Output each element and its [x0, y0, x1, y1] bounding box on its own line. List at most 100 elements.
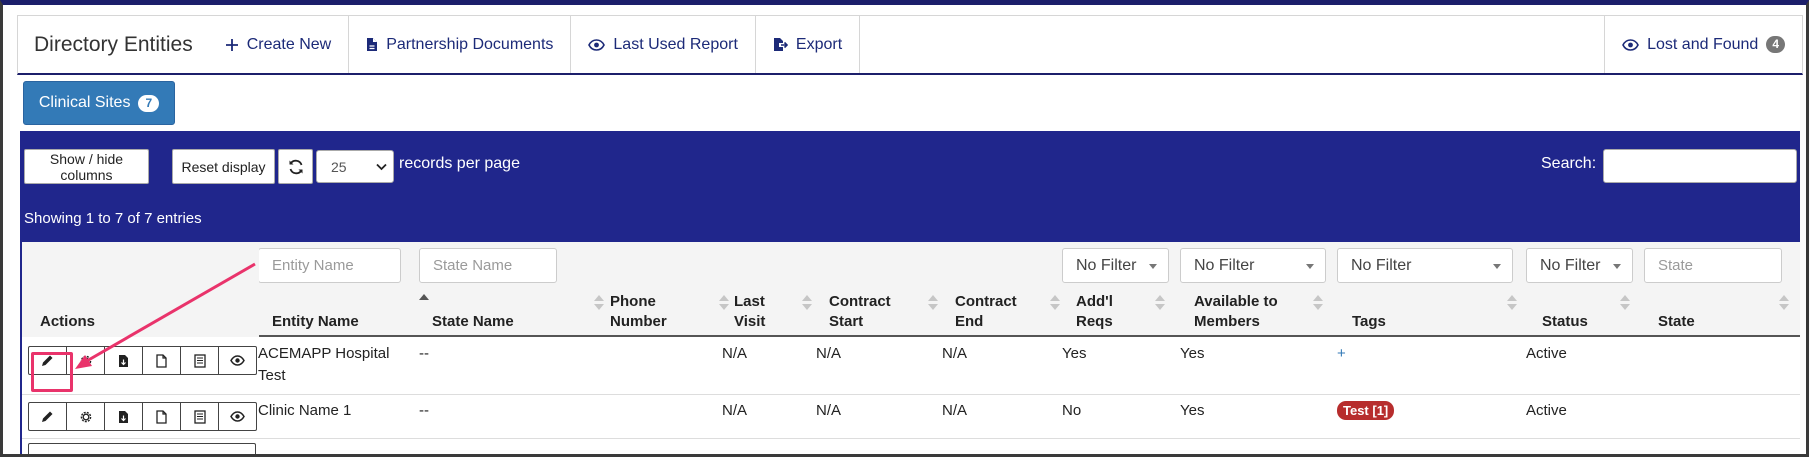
- eye-icon: [230, 411, 245, 422]
- addl-reqs-header[interactable]: Add'l Reqs: [1076, 292, 1113, 332]
- page-title: Directory Entities: [34, 32, 193, 56]
- app-window: Directory Entities Create New Partnershi…: [0, 0, 1809, 457]
- table-row: Clinic Name 1 -- N/A N/A N/A No Yes Test…: [22, 395, 1800, 439]
- file-download-icon: [119, 354, 128, 367]
- contract-start-header[interactable]: Contract Start: [829, 292, 891, 332]
- gear-icon: [80, 411, 91, 422]
- entity-name-header[interactable]: Entity Name: [272, 312, 359, 332]
- edit-button[interactable]: [28, 402, 67, 431]
- download-document-button[interactable]: [104, 402, 143, 431]
- records-per-page-label: records per page: [399, 155, 520, 172]
- available-to-members-header[interactable]: Available to Members: [1194, 292, 1278, 332]
- addl-reqs-filter-value: No Filter: [1076, 256, 1137, 274]
- create-new-button[interactable]: Create New: [209, 16, 350, 73]
- eye-icon: [588, 38, 606, 51]
- state-name-cell: --: [419, 345, 429, 362]
- top-navbar: Directory Entities Create New Partnershi…: [17, 15, 1803, 75]
- addl-reqs-filter[interactable]: No Filter: [1062, 248, 1169, 283]
- show-hide-columns-button[interactable]: Show / hide columns: [24, 149, 149, 184]
- download-document-button[interactable]: [104, 346, 143, 375]
- tab-clinical-sites[interactable]: Clinical Sites 7: [23, 81, 175, 125]
- last-used-report-label: Last Used Report: [613, 35, 738, 53]
- available-filter[interactable]: No Filter: [1180, 248, 1326, 283]
- entity-name-cell[interactable]: ACEMAPP Hospital Test: [258, 343, 389, 387]
- filter-row: Entity Name State Name No Filter No Filt…: [22, 242, 1800, 286]
- tag-badge[interactable]: Test [1]: [1337, 401, 1395, 420]
- phone-header-line2: Number: [610, 313, 667, 330]
- entries-info: Showing 1 to 7 of 7 entries: [24, 210, 202, 227]
- state-name-cell: --: [419, 402, 429, 419]
- edit-button[interactable]: [28, 346, 67, 375]
- contract-end-header-line1: Contract: [955, 293, 1017, 310]
- records-per-page-select[interactable]: 25: [316, 150, 394, 183]
- last-visit-cell: N/A: [722, 402, 748, 419]
- tab-clinical-sites-label: Clinical Sites: [38, 94, 131, 111]
- last-visit-header[interactable]: Last Visit: [734, 292, 765, 332]
- status-filter[interactable]: No Filter: [1526, 248, 1633, 283]
- addl-reqs-header-line1: Add'l: [1076, 293, 1113, 310]
- addl-reqs-cell: No: [1062, 402, 1082, 419]
- status-header[interactable]: Status: [1542, 312, 1588, 332]
- entity-name-filter[interactable]: Entity Name: [258, 248, 401, 283]
- view-button[interactable]: [218, 402, 257, 431]
- contract-end-cell: N/A: [942, 402, 968, 419]
- caret-down-icon: [1149, 264, 1157, 269]
- export-link[interactable]: Export: [756, 16, 861, 73]
- list-button[interactable]: [180, 346, 219, 375]
- actions-header: Actions: [40, 313, 96, 330]
- eye-icon: [1622, 38, 1640, 51]
- sort-icon: [719, 295, 729, 311]
- refresh-button[interactable]: [278, 149, 313, 184]
- partnership-documents-label: Partnership Documents: [386, 35, 554, 53]
- document-button[interactable]: [142, 402, 181, 431]
- sort-icon: [1507, 295, 1517, 311]
- document-button[interactable]: [142, 346, 181, 375]
- add-tag-button[interactable]: +: [1337, 343, 1346, 365]
- state-name-filter[interactable]: State Name: [419, 248, 557, 283]
- gear-icon: [80, 355, 91, 366]
- plus-icon: [225, 38, 238, 51]
- state-filter[interactable]: State: [1644, 248, 1782, 283]
- caret-down-icon: [1613, 264, 1621, 269]
- available-cell: Yes: [1180, 402, 1205, 419]
- row-actions: [28, 346, 257, 375]
- row-actions: [28, 402, 257, 431]
- addl-reqs-cell: Yes: [1062, 345, 1087, 362]
- entity-name-cell[interactable]: Clinic Name 1: [258, 400, 351, 422]
- search-input[interactable]: [1603, 149, 1797, 183]
- available-cell: Yes: [1180, 345, 1205, 362]
- document-icon: [156, 409, 167, 424]
- settings-button[interactable]: [66, 346, 105, 375]
- settings-button[interactable]: [66, 402, 105, 431]
- last-used-report-link[interactable]: Last Used Report: [571, 16, 756, 73]
- list-button[interactable]: [180, 402, 219, 431]
- clinical-sites-count-badge: 7: [138, 94, 160, 112]
- state-header[interactable]: State: [1658, 312, 1695, 332]
- eye-icon: [230, 355, 245, 366]
- last-visit-cell: N/A: [722, 345, 748, 362]
- search-label: Search:: [1541, 155, 1597, 172]
- available-header-line1: Available to: [1194, 293, 1278, 310]
- table-row: [22, 439, 1800, 454]
- contract-end-header-line2: End: [955, 313, 984, 330]
- view-button[interactable]: [218, 346, 257, 375]
- tags-filter[interactable]: No Filter: [1337, 248, 1513, 283]
- sort-icon: [594, 295, 604, 311]
- contract-start-header-line1: Contract: [829, 293, 891, 310]
- contract-start-cell: N/A: [816, 402, 842, 419]
- sort-icon: [1050, 295, 1060, 311]
- contract-end-header[interactable]: Contract End: [955, 292, 1017, 332]
- lost-and-found-link[interactable]: Lost and Found 4: [1604, 16, 1802, 73]
- status-cell: Active: [1526, 345, 1567, 362]
- file-download-icon: [119, 410, 128, 423]
- table-row: ACEMAPP Hospital Test -- N/A N/A N/A Yes …: [22, 339, 1800, 395]
- tags-header[interactable]: Tags: [1352, 312, 1386, 332]
- partnership-documents-link[interactable]: Partnership Documents: [349, 16, 572, 73]
- state-name-header[interactable]: State Name: [432, 312, 514, 332]
- phone-header-line1: Phone: [610, 293, 656, 310]
- entities-table: Entity Name State Name No Filter No Filt…: [22, 242, 1800, 454]
- sort-icon: [1620, 295, 1630, 311]
- reset-display-button[interactable]: Reset display: [172, 149, 275, 184]
- document-icon: [156, 353, 167, 368]
- phone-number-header[interactable]: Phone Number: [610, 292, 667, 332]
